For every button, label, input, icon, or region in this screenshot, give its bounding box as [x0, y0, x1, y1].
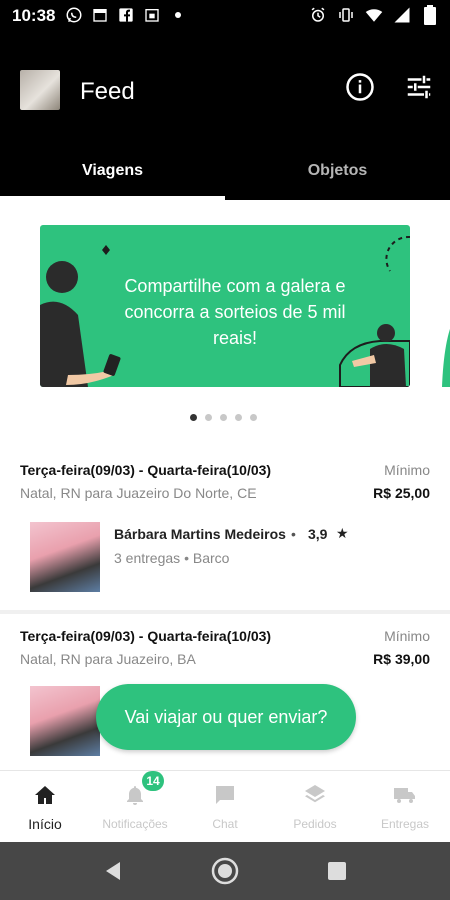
bottom-nav: Início 14 Notificações Chat Pedidos Entr…	[0, 770, 450, 842]
nav-label: Entregas	[380, 817, 430, 831]
home-icon	[35, 786, 55, 804]
carousel-dot-5[interactable]	[250, 414, 257, 421]
carousel-dots	[190, 414, 257, 421]
status-left-icons	[64, 5, 188, 25]
trip-dates: Terça-feira(09/03) - Quarta-feira(10/03)	[20, 462, 272, 478]
tab-indicator	[0, 196, 225, 200]
nav-item-entregas[interactable]: Entregas	[360, 771, 450, 843]
wifi-icon	[364, 5, 384, 25]
banner-line-2: concorra a sorteios de 5 mil reais!	[124, 302, 346, 348]
tab-viagens[interactable]: Viagens	[0, 150, 225, 200]
nav-label: Pedidos	[293, 817, 337, 831]
nav-label: Chat	[212, 817, 238, 831]
info-button[interactable]	[345, 72, 375, 102]
page-title: Feed	[80, 78, 135, 105]
battery-icon	[420, 5, 440, 25]
system-nav-bar	[0, 842, 450, 900]
trip-route: Natal, RN para Juazeiro Do Norte, CE	[20, 485, 257, 501]
trip-dates: Terça-feira(09/03) - Quarta-feira(10/03)	[20, 628, 272, 644]
price-value: R$ 25,00	[373, 485, 430, 501]
tab-bar: Viagens Objetos	[0, 150, 450, 200]
promo-banner[interactable]: Compartilhe com a galera e concorra a so…	[40, 225, 410, 387]
nav-label: Início	[28, 816, 62, 832]
home-circle-icon	[211, 857, 239, 885]
filter-button[interactable]	[404, 72, 434, 102]
post-trip-button[interactable]: Vai viajar ou quer enviar?	[96, 684, 356, 750]
banner-text: Compartilhe com a galera e concorra a so…	[100, 273, 370, 351]
tune-icon	[407, 75, 431, 99]
alarm-icon	[308, 5, 328, 25]
back-button[interactable]	[98, 856, 128, 886]
trip-card[interactable]: Terça-feira(09/03) - Quarta-feira(10/03)…	[0, 448, 450, 610]
recents-button[interactable]	[322, 856, 352, 886]
nav-item-chat[interactable]: Chat	[180, 771, 270, 843]
carousel-dot-1[interactable]	[190, 414, 197, 421]
dot-icon	[168, 5, 188, 25]
price-label: Mínimo	[384, 628, 430, 644]
vehicle-type: Barco	[192, 550, 230, 566]
whatsapp-icon	[64, 5, 84, 25]
calendar-31-icon	[142, 5, 162, 25]
driver-meta: 3 entregas • Barco	[114, 550, 229, 566]
price-label: Mínimo	[384, 462, 430, 478]
driver-rating: 3,9	[308, 526, 328, 542]
trip-route: Natal, RN para Juazeiro, BA	[20, 651, 196, 667]
nav-item-pedidos[interactable]: Pedidos	[270, 771, 360, 843]
carousel-dot-2[interactable]	[205, 414, 212, 421]
deliveries-count: 3 entregas	[114, 550, 181, 566]
nav-item-inicio[interactable]: Início	[0, 771, 90, 843]
driver-name: Bárbara Martins Medeiros	[114, 526, 286, 542]
meta-separator: •	[184, 550, 189, 566]
carousel-dot-3[interactable]	[220, 414, 227, 421]
star-icon: ★	[336, 525, 349, 541]
status-time: 10:38	[12, 6, 56, 25]
driver-separator: •	[291, 526, 296, 542]
app-bar: Feed	[0, 32, 450, 150]
tab-objetos[interactable]: Objetos	[225, 150, 450, 200]
truck-icon	[394, 788, 415, 803]
facebook-icon	[116, 5, 136, 25]
signal-icon	[392, 5, 412, 25]
nav-item-notificacoes[interactable]: 14 Notificações	[90, 771, 180, 843]
carousel-dot-4[interactable]	[235, 414, 242, 421]
avatar[interactable]	[20, 70, 60, 110]
driver-photo[interactable]	[30, 522, 100, 592]
next-banner-peek[interactable]	[436, 225, 450, 387]
layers-icon	[305, 785, 325, 803]
notification-badge: 14	[142, 771, 164, 791]
nav-label: Notificações	[102, 817, 168, 831]
vibrate-icon	[336, 5, 356, 25]
status-bar: 10:38	[0, 0, 450, 32]
price-value: R$ 39,00	[373, 651, 430, 667]
home-button[interactable]	[210, 856, 240, 886]
calendar-icon	[90, 5, 110, 25]
status-right-icons	[308, 5, 440, 25]
info-icon	[346, 73, 374, 101]
back-icon	[106, 862, 120, 880]
banner-line-1: Compartilhe com a galera e	[124, 276, 346, 296]
chat-icon	[216, 786, 234, 804]
recents-icon	[328, 862, 346, 880]
driver-photo[interactable]	[30, 686, 100, 756]
